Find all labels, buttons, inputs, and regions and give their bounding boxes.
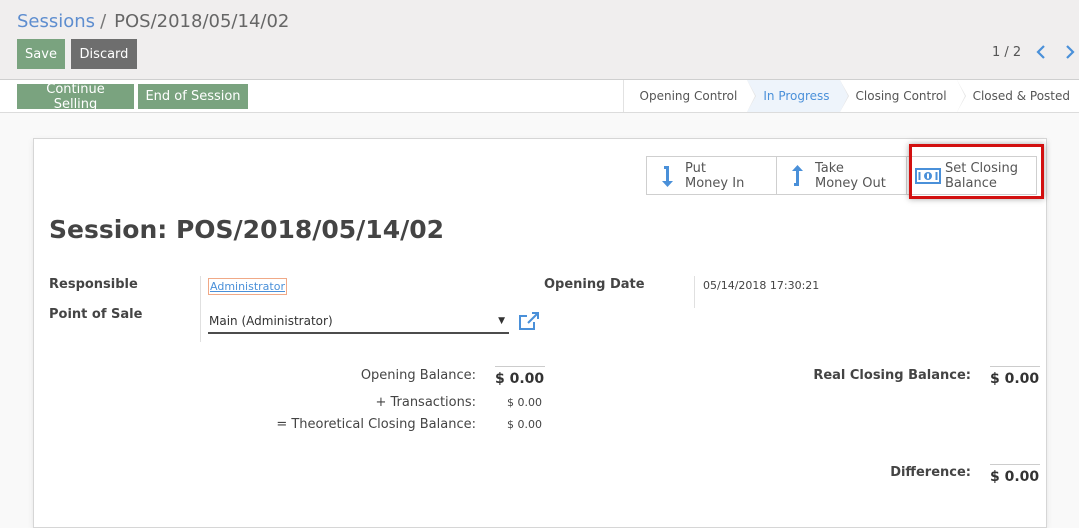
breadcrumb-current: POS/2018/05/14/02 bbox=[114, 11, 290, 32]
continue-selling-button[interactable]: Continue Selling bbox=[17, 82, 134, 112]
put-label-line2: Money In bbox=[685, 175, 745, 191]
put-money-in-button[interactable]: Put Money In bbox=[646, 156, 777, 195]
stage-label: Closed & Posted bbox=[972, 89, 1070, 103]
stage-label: Opening Control bbox=[639, 89, 738, 103]
session-title: Session: POS/2018/05/14/02 bbox=[49, 215, 445, 244]
point-of-sale-label: Point of Sale bbox=[49, 307, 143, 322]
control-panel: Sessions / POS/2018/05/14/02 Save Discar… bbox=[0, 0, 1079, 80]
highlight-box bbox=[909, 144, 1044, 199]
stage-label: In Progress bbox=[763, 89, 830, 103]
transactions-label: + Transactions: bbox=[375, 395, 476, 410]
opening-date-value: 05/14/2018 17:30:21 bbox=[703, 279, 820, 292]
discard-button[interactable]: Discard bbox=[71, 39, 137, 69]
stage-closed-posted[interactable]: Closed & Posted bbox=[957, 80, 1079, 112]
chevron-left-icon[interactable] bbox=[1032, 41, 1050, 63]
responsible-link[interactable]: Administrator bbox=[208, 278, 287, 295]
real-closing-balance-value: $ 0.00 bbox=[990, 366, 1040, 387]
transactions-value: $ 0.00 bbox=[507, 396, 542, 409]
point-of-sale-value: Main (Administrator) bbox=[209, 313, 333, 328]
caret-down-icon: ▼ bbox=[498, 315, 505, 326]
theoretical-closing-label: = Theoretical Closing Balance: bbox=[276, 417, 476, 432]
real-closing-balance-label: Real Closing Balance: bbox=[813, 368, 971, 383]
divider bbox=[694, 276, 695, 308]
save-button[interactable]: Save bbox=[17, 39, 65, 69]
stage-opening-control[interactable]: Opening Control bbox=[624, 80, 757, 112]
arrow-down-icon bbox=[655, 164, 681, 188]
breadcrumb: Sessions / POS/2018/05/14/02 bbox=[17, 11, 289, 32]
point-of-sale-select[interactable]: Main (Administrator) ▼ bbox=[208, 309, 509, 334]
difference-label: Difference: bbox=[890, 465, 971, 480]
chevron-right-icon[interactable] bbox=[1061, 41, 1079, 63]
form-sheet: Put Money In Take Money Out Set Closing Bal… bbox=[33, 138, 1047, 528]
external-link-icon[interactable] bbox=[518, 311, 540, 331]
opening-date-label: Opening Date bbox=[544, 277, 645, 292]
take-label-line1: Take bbox=[815, 160, 844, 176]
difference-value: $ 0.00 bbox=[990, 464, 1040, 485]
stage-in-progress[interactable]: In Progress bbox=[747, 80, 849, 112]
stage-closing-control[interactable]: Closing Control bbox=[840, 80, 966, 112]
responsible-label: Responsible bbox=[49, 277, 138, 292]
end-of-session-button[interactable]: End of Session bbox=[138, 84, 248, 109]
pager-value: 1 / 2 bbox=[992, 45, 1022, 60]
breadcrumb-separator: / bbox=[100, 11, 107, 32]
stage-label: Closing Control bbox=[855, 89, 947, 103]
opening-balance-value: $ 0.00 bbox=[495, 366, 545, 387]
breadcrumb-sessions-link[interactable]: Sessions bbox=[17, 11, 95, 32]
put-label-line1: Put bbox=[685, 160, 706, 176]
statusbar: Continue Selling End of Session Opening … bbox=[0, 80, 1079, 113]
take-money-out-button[interactable]: Take Money Out bbox=[776, 156, 907, 195]
stage-pipeline: Opening Control In Progress Closing Cont… bbox=[622, 80, 1079, 112]
arrow-up-icon bbox=[785, 164, 811, 188]
opening-balance-label: Opening Balance: bbox=[360, 368, 476, 383]
divider bbox=[200, 276, 201, 342]
theoretical-closing-value: $ 0.00 bbox=[507, 418, 542, 431]
take-label-line2: Money Out bbox=[815, 175, 886, 191]
